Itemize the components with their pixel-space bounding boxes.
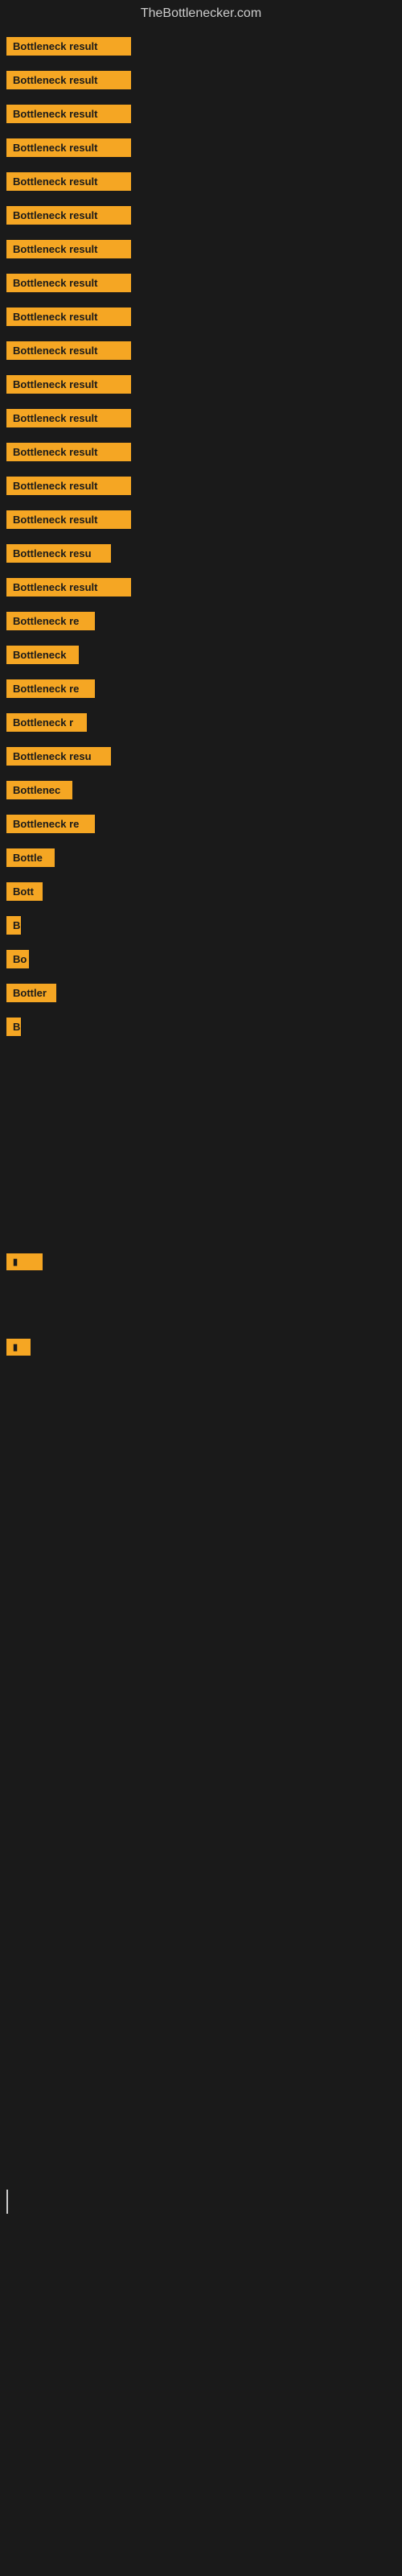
- bottleneck-bar: B: [6, 916, 21, 935]
- bottleneck-bar: Bottlenec: [6, 781, 72, 799]
- list-item: Bottleneck result: [0, 470, 402, 501]
- list-item: B: [0, 1011, 402, 1042]
- list-item: Bottleneck re: [0, 673, 402, 704]
- list-item: Bottleneck result: [0, 64, 402, 95]
- list-item: Bottleneck result: [0, 572, 402, 602]
- bottleneck-bar: Bottleneck result: [6, 138, 131, 157]
- list-item: Bottleneck result: [0, 436, 402, 467]
- list-item: Bottleneck resu: [0, 741, 402, 771]
- bottleneck-bar: Bottleneck re: [6, 679, 95, 698]
- list-item: Bottleneck resu: [0, 538, 402, 568]
- bottleneck-bar: Bottleneck result: [6, 510, 131, 529]
- bottleneck-bar: Bottler: [6, 984, 56, 1002]
- bottleneck-bar: Bottle: [6, 848, 55, 867]
- bottleneck-bar: Bottleneck result: [6, 409, 131, 427]
- cursor-indicator: [6, 2190, 8, 2214]
- list-item: Bottler: [0, 977, 402, 1008]
- bottom-bar-container: ▮ ▮: [0, 1246, 402, 1362]
- list-item: Bottleneck result: [0, 335, 402, 365]
- bottleneck-bar: Bottleneck result: [6, 341, 131, 360]
- bottleneck-bar: Bottleneck result: [6, 71, 131, 89]
- list-item: ▮: [0, 1246, 402, 1277]
- list-item: Bottleneck result: [0, 369, 402, 399]
- bottleneck-bar: Bottleneck result: [6, 375, 131, 394]
- bottleneck-bar: Bottleneck resu: [6, 544, 111, 563]
- list-item: Bottlenec: [0, 774, 402, 805]
- bottleneck-bar: Bott: [6, 882, 43, 901]
- bottleneck-bar: Bottleneck result: [6, 172, 131, 191]
- bottleneck-bar-small: ▮: [6, 1253, 43, 1270]
- list-item: Bottleneck result: [0, 31, 402, 61]
- list-item: ▮: [0, 1331, 402, 1362]
- list-item: Bottleneck result: [0, 132, 402, 163]
- bottleneck-bar-tiny: ▮: [6, 1339, 31, 1356]
- list-item: Bottleneck result: [0, 233, 402, 264]
- list-item: Bottleneck re: [0, 808, 402, 839]
- list-item: Bo: [0, 943, 402, 974]
- list-item: Bottleneck: [0, 639, 402, 670]
- bottleneck-bar: Bottleneck result: [6, 477, 131, 495]
- list-item: Bottleneck result: [0, 301, 402, 332]
- bottleneck-bar: Bottleneck result: [6, 443, 131, 461]
- list-item: B: [0, 910, 402, 940]
- list-item: Bottleneck r: [0, 707, 402, 737]
- bottleneck-bar: Bottleneck result: [6, 240, 131, 258]
- bottleneck-bar: B: [6, 1018, 21, 1036]
- bottleneck-bar: Bottleneck re: [6, 612, 95, 630]
- list-item: Bottleneck result: [0, 98, 402, 129]
- bottleneck-bar: Bo: [6, 950, 29, 968]
- list-item: Bott: [0, 876, 402, 906]
- list-item: Bottleneck result: [0, 267, 402, 298]
- bottleneck-bar: Bottleneck result: [6, 274, 131, 292]
- bottleneck-bar: Bottleneck r: [6, 713, 87, 732]
- list-item: Bottleneck result: [0, 402, 402, 433]
- bottleneck-bar: Bottleneck result: [6, 578, 131, 597]
- bottleneck-bar: Bottleneck re: [6, 815, 95, 833]
- list-item: Bottleneck result: [0, 200, 402, 230]
- bottleneck-bar: Bottleneck resu: [6, 747, 111, 766]
- empty-space-1: [0, 1045, 402, 1141]
- list-item: Bottleneck result: [0, 166, 402, 196]
- list-item: Bottleneck result: [0, 504, 402, 535]
- list-item: Bottle: [0, 842, 402, 873]
- bars-container: Bottleneck result Bottleneck result Bottle…: [0, 31, 402, 1042]
- bottleneck-bar: Bottleneck result: [6, 206, 131, 225]
- bottleneck-bar: Bottleneck result: [6, 37, 131, 56]
- list-item: Bottleneck re: [0, 605, 402, 636]
- empty-space-2: [0, 1141, 402, 1238]
- site-title: TheBottlenecker.com: [0, 0, 402, 27]
- bottleneck-bar: Bottleneck result: [6, 105, 131, 123]
- bottleneck-bar: Bottleneck: [6, 646, 79, 664]
- bottleneck-bar: Bottleneck result: [6, 308, 131, 326]
